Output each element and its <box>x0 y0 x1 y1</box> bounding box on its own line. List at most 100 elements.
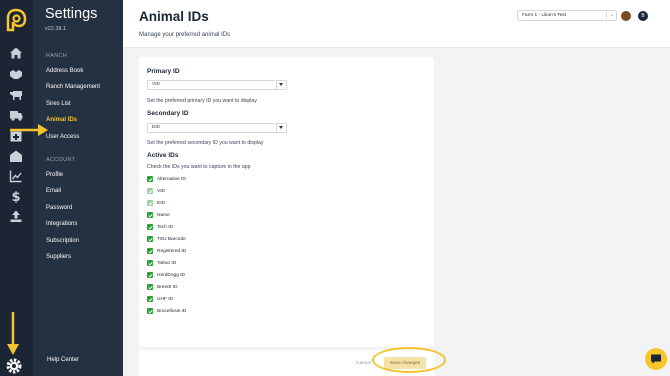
nav-password[interactable]: Password <box>46 205 72 211</box>
checkmark-icon <box>147 309 153 313</box>
checkmark-icon <box>147 177 153 181</box>
active-id-checkbox[interactable] <box>147 212 153 218</box>
nav-user-access[interactable]: User Access <box>46 134 79 140</box>
annotation-arrow-down-icon <box>7 312 19 355</box>
settings-panel: Settings v22.38.1 RANCH Address Book Ran… <box>33 0 145 376</box>
active-id-label: Registered ID <box>157 248 187 254</box>
farm-select-value: Farm 1 - Lilian's Test <box>522 13 567 18</box>
checkmark-icon <box>147 273 153 277</box>
chevron-down-icon: ⌄ <box>609 12 614 18</box>
active-id-checkbox[interactable] <box>147 236 153 242</box>
active-id-row[interactable]: Alternative ID <box>147 175 186 183</box>
app-version: v22.38.1 <box>45 26 67 32</box>
primary-id-value: VID <box>152 82 160 87</box>
cow-icon[interactable] <box>8 88 24 102</box>
active-id-checkbox[interactable] <box>147 308 153 314</box>
select-divider <box>276 81 277 89</box>
active-id-label: Tsch ID <box>157 224 173 230</box>
primary-id-select[interactable]: VID <box>147 80 287 90</box>
nav-address-book[interactable]: Address Book <box>46 68 83 74</box>
caret-down-icon <box>279 83 283 86</box>
checkmark-icon <box>147 237 153 241</box>
nav-sires-list[interactable]: Sires List <box>46 101 71 107</box>
active-id-checkbox <box>147 200 153 206</box>
secondary-id-value: EID <box>152 125 160 130</box>
nav-subscription[interactable]: Subscription <box>46 238 79 244</box>
nav-ranch-management[interactable]: Ranch Management <box>46 84 100 90</box>
active-id-label: TSU Barcode <box>157 236 186 242</box>
nav-email[interactable]: Email <box>46 188 61 194</box>
active-id-checkbox[interactable] <box>147 272 153 278</box>
user-avatar[interactable]: B <box>638 11 648 21</box>
page-subtitle: Manage your preferred animal IDs <box>139 32 231 38</box>
active-id-row[interactable]: VID <box>147 187 165 195</box>
chat-button[interactable] <box>645 348 667 370</box>
farm-select-divider <box>606 12 607 19</box>
active-id-label: Name <box>157 212 170 218</box>
active-id-label: EID <box>157 200 165 206</box>
account-section-label: ACCOUNT <box>46 157 76 163</box>
nav-animal-ids[interactable]: Animal IDs <box>46 117 77 123</box>
active-id-row[interactable]: Tattoo ID <box>147 259 176 267</box>
active-id-row[interactable]: Brucellosis ID <box>147 307 186 315</box>
caret-down-icon <box>279 126 283 129</box>
checkmark-icon <box>147 297 153 301</box>
active-id-row[interactable]: HerdDogg ID <box>147 271 185 279</box>
cancel-button[interactable]: Cancel <box>356 361 371 366</box>
farm-select[interactable]: Farm 1 - Lilian's Test ⌄ <box>517 10 617 21</box>
checkmark-icon <box>147 285 153 289</box>
active-id-row[interactable]: UHF ID <box>147 295 173 303</box>
checkmark-icon <box>147 249 153 253</box>
nav-suppliers[interactable]: Suppliers <box>46 254 71 260</box>
active-id-row[interactable]: Registered ID <box>147 247 186 255</box>
home-icon[interactable] <box>8 46 24 60</box>
active-id-row[interactable]: TSU Barcode <box>147 235 186 243</box>
active-id-checkbox[interactable] <box>147 284 153 290</box>
logo-icon[interactable] <box>5 8 27 34</box>
annotation-highlight-ring <box>372 347 446 373</box>
active-id-checkbox[interactable] <box>147 296 153 302</box>
active-id-row[interactable]: Name <box>147 211 170 219</box>
primary-id-label: Primary ID <box>147 68 180 75</box>
active-id-label: HerdDogg ID <box>157 272 185 278</box>
active-id-label: Alternative ID <box>157 176 186 182</box>
ranch-avatar[interactable] <box>621 11 631 21</box>
truck-icon[interactable] <box>8 108 24 122</box>
secondary-id-helper: Set the preferred secondary ID you want … <box>147 140 264 146</box>
gear-icon[interactable] <box>5 357 23 375</box>
secondary-id-select[interactable]: EID <box>147 123 287 133</box>
checkmark-icon <box>147 261 153 265</box>
upload-icon[interactable] <box>8 209 24 223</box>
checkmark-icon <box>147 225 153 229</box>
active-id-row[interactable]: EID <box>147 199 165 207</box>
checkmark-icon <box>147 189 153 193</box>
handshake-icon[interactable] <box>8 67 24 81</box>
active-id-checkbox[interactable] <box>147 224 153 230</box>
nav-integrations[interactable]: Integrations <box>46 221 77 227</box>
barn-icon[interactable] <box>8 149 24 163</box>
active-id-checkbox[interactable] <box>147 176 153 182</box>
active-id-label: Breedr ID <box>157 284 178 290</box>
active-id-checkbox[interactable] <box>147 248 153 254</box>
page-header: Animal IDs Manage your preferred animal … <box>123 0 670 48</box>
secondary-id-label: Secondary ID <box>147 110 189 117</box>
active-id-row[interactable]: Breedr ID <box>147 283 178 291</box>
chat-icon <box>651 354 661 364</box>
dollar-icon[interactable]: $ <box>8 189 24 203</box>
active-id-row[interactable]: Tsch ID <box>147 223 173 231</box>
page-title: Animal IDs <box>139 9 209 24</box>
checkmark-icon <box>147 213 153 217</box>
active-id-checkbox <box>147 188 153 194</box>
chart-icon[interactable] <box>8 169 24 183</box>
nav-profile[interactable]: Profile <box>46 172 63 178</box>
active-id-checkbox[interactable] <box>147 260 153 266</box>
help-center-link[interactable]: Help Center <box>47 357 79 363</box>
active-id-label: VID <box>157 188 165 194</box>
user-initial: B <box>641 13 645 19</box>
active-id-label: Brucellosis ID <box>157 308 187 314</box>
primary-id-helper: Set the preferred primary ID you want to… <box>147 98 257 104</box>
ranch-section-label: RANCH <box>46 53 68 59</box>
svg-text:$: $ <box>11 190 20 203</box>
active-id-label: UHF ID <box>157 296 173 302</box>
checkmark-icon <box>147 201 153 205</box>
